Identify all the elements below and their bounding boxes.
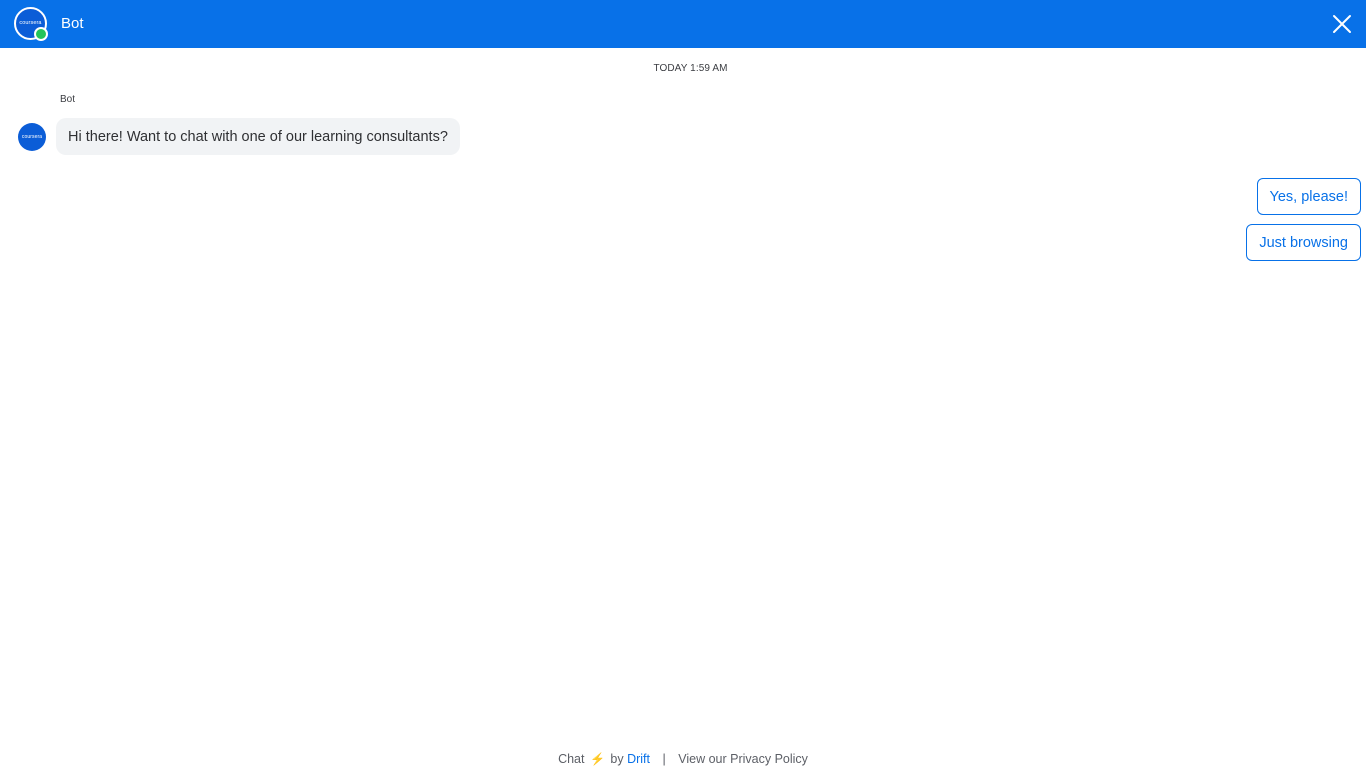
by-label: by <box>610 752 624 766</box>
lightning-bolt-icon: ⚡ <box>589 752 605 766</box>
privacy-policy-link[interactable]: View our Privacy Policy <box>678 752 808 766</box>
drift-link[interactable]: Drift <box>627 752 650 766</box>
chat-label: Chat <box>558 752 585 766</box>
quick-replies: Yes, please! Just browsing <box>1246 178 1361 261</box>
bot-avatar: coursera <box>18 123 46 151</box>
chat-title: Bot <box>61 15 84 32</box>
chat-footer: Chat ⚡ by Drift | View our Privacy Polic… <box>0 750 1366 768</box>
conversation-timestamp: TODAY 1:59 AM <box>653 63 728 74</box>
message-sender-name: Bot <box>60 94 76 105</box>
close-icon[interactable] <box>1332 14 1352 34</box>
chat-header: coursera Bot <box>0 0 1366 48</box>
bot-message-bubble: Hi there! Want to chat with one of our l… <box>56 118 460 155</box>
coursera-logo-text: coursera <box>21 133 43 140</box>
coursera-logo-text: coursera <box>19 19 42 26</box>
just-browsing-button[interactable]: Just browsing <box>1246 224 1361 261</box>
online-status-icon <box>34 27 48 41</box>
footer-separator: | <box>662 752 666 766</box>
yes-please-button[interactable]: Yes, please! <box>1256 178 1361 215</box>
